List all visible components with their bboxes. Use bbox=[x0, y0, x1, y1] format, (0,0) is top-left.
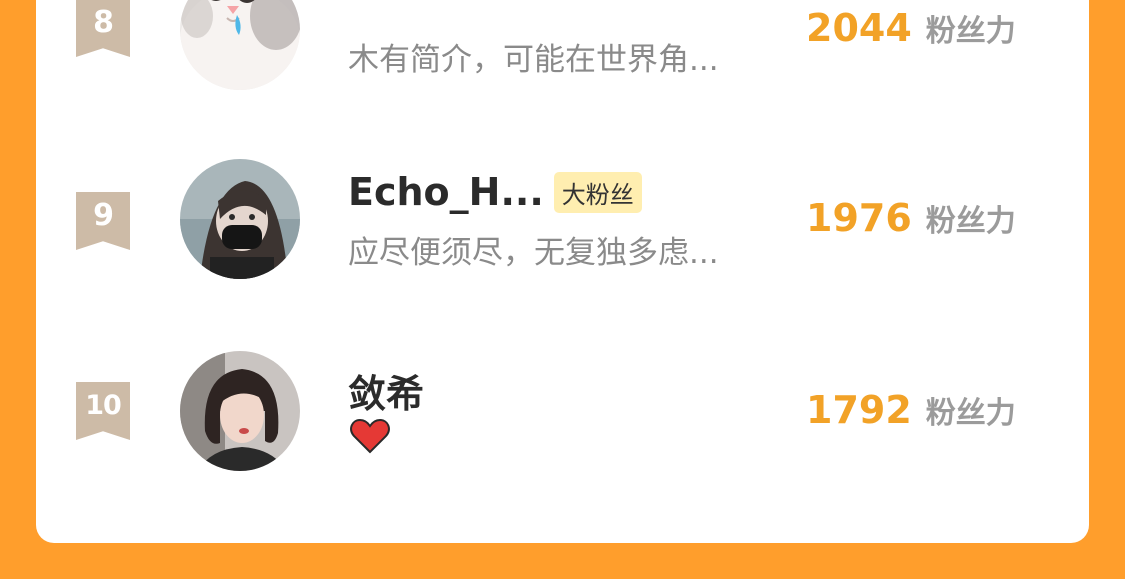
rank-ribbon: 8 bbox=[76, 0, 130, 57]
user-bio: 木有简介，可能在世界角... bbox=[348, 42, 719, 78]
avatar-anime-image bbox=[180, 159, 300, 279]
username[interactable]: Echo_H... bbox=[348, 170, 544, 214]
avatar-cat-image bbox=[180, 0, 300, 90]
avatar[interactable] bbox=[180, 351, 300, 471]
avatar-photo-image bbox=[180, 351, 300, 471]
user-bio: 应尽便须尽，无复独多虑... bbox=[348, 235, 719, 271]
score-unit: 粉丝力 bbox=[925, 204, 1016, 239]
rank-ribbon: 9 bbox=[76, 192, 130, 250]
score-value: 1792 bbox=[806, 388, 912, 432]
score-unit: 粉丝力 bbox=[925, 14, 1016, 49]
leaderboard-card: 8 zy_0630 木有简介，可能在世界角... 2044 粉丝力 9 bbox=[36, 0, 1089, 543]
username[interactable]: 敛希 bbox=[348, 363, 424, 418]
score-value: 2044 bbox=[806, 6, 912, 50]
score-value: 1976 bbox=[806, 196, 912, 240]
score: 1976 粉丝力 bbox=[806, 196, 1016, 240]
heart-icon bbox=[350, 418, 390, 454]
name-line: 敛希 bbox=[348, 363, 424, 418]
fan-level-badge: 大粉丝 bbox=[553, 171, 642, 213]
name-line: Echo_H... 大粉丝 bbox=[348, 170, 642, 214]
avatar[interactable] bbox=[180, 159, 300, 279]
avatar[interactable] bbox=[180, 0, 300, 90]
score-unit: 粉丝力 bbox=[925, 396, 1016, 431]
rank-ribbon: 10 bbox=[76, 382, 130, 440]
score: 1792 粉丝力 bbox=[806, 388, 1016, 432]
score: 2044 粉丝力 bbox=[806, 6, 1016, 50]
